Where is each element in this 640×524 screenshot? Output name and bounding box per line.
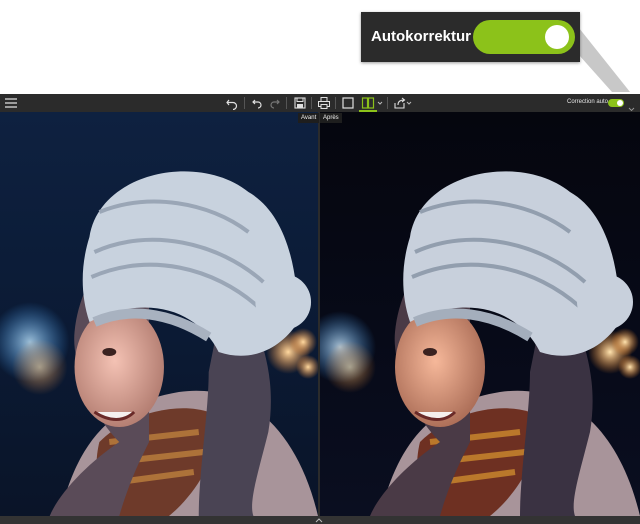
callout-toggle xyxy=(473,20,575,54)
auto-correction-toggle-knob xyxy=(617,100,623,106)
autocorrection-callout: Autokorrektur xyxy=(361,12,580,62)
toolbar-separator xyxy=(311,97,312,109)
callout-label: Autokorrektur xyxy=(371,28,472,45)
print-icon[interactable] xyxy=(317,96,331,110)
chevron-up-icon[interactable] xyxy=(314,517,324,523)
chevron-down-icon[interactable] xyxy=(406,96,412,110)
undo-icon[interactable] xyxy=(225,96,239,110)
after-photo xyxy=(320,112,640,516)
before-image-panel[interactable] xyxy=(0,112,318,516)
callout-toggle-knob xyxy=(545,25,569,49)
before-photo xyxy=(0,112,318,516)
toolbar-separator xyxy=(286,97,287,109)
share-icon[interactable] xyxy=(393,96,407,110)
redo-icon[interactable] xyxy=(268,96,282,110)
save-icon[interactable] xyxy=(293,96,307,110)
chevron-down-icon[interactable] xyxy=(377,96,383,110)
hamburger-icon[interactable] xyxy=(4,96,18,110)
after-tooltip: Après xyxy=(320,113,342,123)
auto-correction-label: Correction auto xyxy=(567,99,609,105)
chevron-down-icon[interactable] xyxy=(628,100,635,112)
split-view-icon[interactable] xyxy=(361,96,375,110)
single-view-icon[interactable] xyxy=(341,96,355,110)
before-tooltip: Avant xyxy=(298,113,320,123)
auto-correction-toggle[interactable] xyxy=(608,99,624,107)
toolbar-separator xyxy=(244,97,245,109)
undo-step-icon[interactable] xyxy=(250,96,264,110)
after-image-panel[interactable] xyxy=(320,112,640,516)
toolbar-separator xyxy=(387,97,388,109)
toolbar-separator xyxy=(335,97,336,109)
toolbar: Correction auto xyxy=(0,94,640,113)
